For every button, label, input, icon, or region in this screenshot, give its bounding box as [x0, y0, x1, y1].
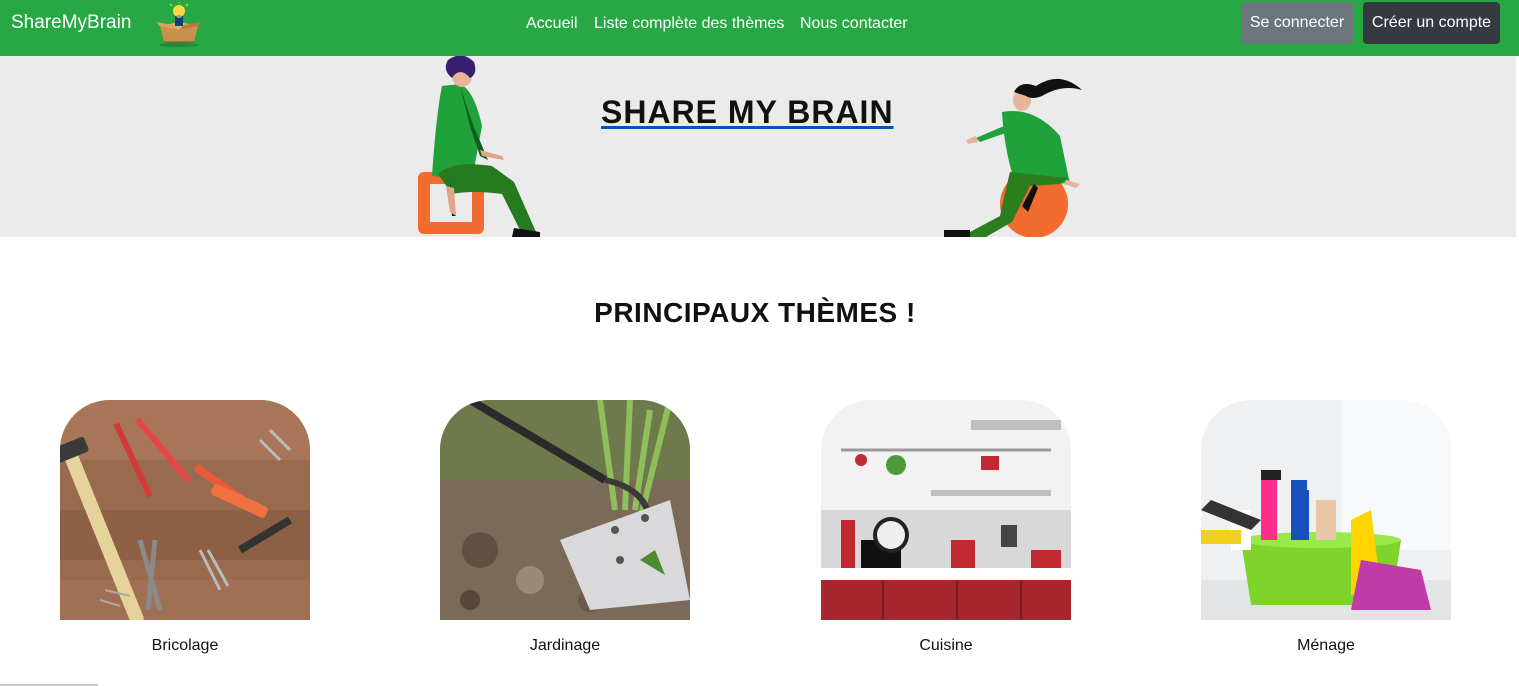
tools-photo-icon[interactable] [60, 400, 310, 620]
theme-label-menage: Ménage [1297, 637, 1355, 654]
theme-label-jardinage: Jardinage [529, 637, 601, 654]
person-sitting-on-box-illustration [418, 56, 540, 237]
theme-label-cuisine: Cuisine [919, 637, 973, 654]
brain-box-logo-icon[interactable] [154, 2, 204, 48]
theme-card-bricolage[interactable]: Bricolage [60, 400, 310, 655]
theme-card-cuisine[interactable]: Cuisine [821, 400, 1071, 655]
nav-link-accueil[interactable]: Accueil [526, 14, 578, 33]
nav-link-contact[interactable]: Nous contacter [800, 14, 908, 33]
navbar: ShareMyBrain Accueil Liste complète des … [0, 0, 1519, 56]
theme-card-menage[interactable]: Ménage [1201, 400, 1451, 655]
section-title-main-themes: PRINCIPAUX THÈMES ! [594, 297, 916, 328]
theme-label-bricolage: Bricolage [151, 637, 219, 654]
person-on-ball-illustration [944, 78, 1082, 237]
kitchen-photo-icon[interactable] [821, 400, 1071, 620]
signup-button[interactable]: Créer un compte [1363, 2, 1500, 44]
login-button[interactable]: Se connecter [1241, 2, 1353, 44]
hero-banner: SHARE MY BRAIN [0, 56, 1516, 237]
hero-title: SHARE MY BRAIN [601, 94, 894, 130]
cleaning-supplies-photo-icon[interactable] [1201, 400, 1451, 620]
brand-link[interactable]: ShareMyBrain [11, 12, 131, 34]
theme-card-jardinage[interactable]: Jardinage [440, 400, 690, 655]
garden-hoe-photo-icon[interactable] [440, 400, 690, 620]
nav-link-themes-list[interactable]: Liste complète des thèmes [594, 14, 784, 33]
